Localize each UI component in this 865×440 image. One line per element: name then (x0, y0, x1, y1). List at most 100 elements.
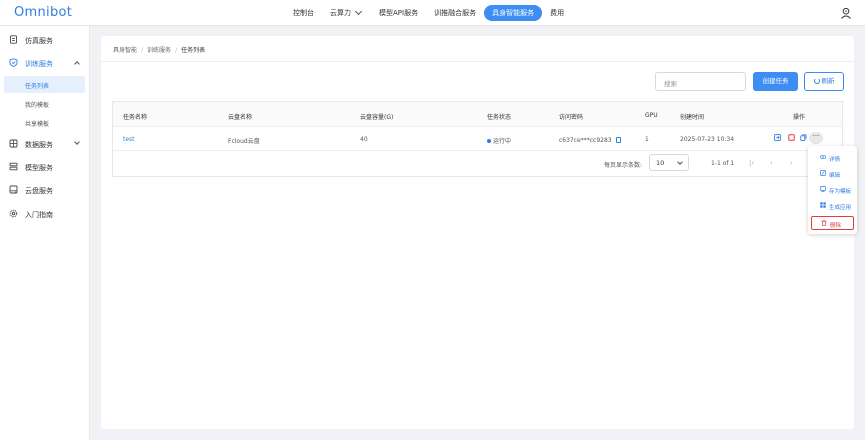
template-icon (820, 186, 826, 192)
next-page-icon[interactable]: › (790, 159, 793, 167)
prev-page-icon[interactable]: ‹ (770, 159, 773, 167)
gpu-cell: 1 (645, 136, 649, 143)
sidebar-sub-label: 任务列表 (25, 83, 50, 90)
sidebar-sub-my-templates[interactable]: 我的模板 (4, 95, 85, 112)
nav-label: 训推融合服务 (434, 9, 477, 17)
nav-model-api[interactable]: 模型API服务 (371, 5, 426, 21)
column-header: 操作 (793, 114, 806, 121)
nav-console[interactable]: 控制台 (285, 5, 322, 21)
column-header: 访问密码 (559, 114, 584, 121)
grid-icon (820, 202, 826, 208)
refresh-label: 刷新 (821, 77, 835, 85)
open-icon[interactable] (774, 134, 781, 141)
nav-label: 控制台 (293, 9, 314, 17)
sidebar-item-cloud-disk[interactable]: 云盘服务 (0, 182, 90, 198)
menu-item-generate-app[interactable]: 生成应用 (811, 199, 854, 213)
sidebar-sub-label: 共享模板 (25, 121, 50, 128)
sidebar-item-guide[interactable]: 入门指南 (0, 206, 90, 222)
disk-name-cell: Fcloud云盘 (228, 138, 260, 145)
breadcrumb-current: 任务列表 (181, 47, 206, 54)
app-logo[interactable]: Omnibot (14, 5, 72, 20)
chevron-down-icon (354, 7, 363, 16)
nav-cloud-compute[interactable]: 云算力 (322, 5, 371, 21)
sidebar-sub-task-list[interactable]: 任务列表 (4, 76, 85, 93)
nav-label: 具身智能服务 (492, 9, 535, 17)
sidebar-item-label: 云盘服务 (25, 187, 53, 195)
nav-embodied-ai[interactable]: 具身智能服务 (484, 5, 543, 21)
sidebar-item-model[interactable]: 模型服务 (0, 159, 90, 175)
copy-icon[interactable] (615, 137, 621, 143)
password-cell: c637ce***cc9283 (559, 136, 621, 144)
chevron-down-icon (74, 139, 80, 145)
nav-label: 费用 (550, 9, 565, 17)
menu-item-save-template[interactable]: 存为模板 (811, 183, 854, 197)
sidebar-item-label: 模型服务 (25, 164, 53, 172)
status-label: 运行中 (493, 138, 512, 145)
menu-item-label: 删除 (830, 223, 842, 229)
sidebar-item-training[interactable]: 训练服务 (0, 55, 90, 71)
menu-item-label: 详情 (829, 157, 841, 163)
main-content-card: 具身智能 / 训练服务 / 任务列表 搜索 创建任务 刷新 任务名称 云盘名称 云盘容量… (101, 36, 854, 429)
eye-icon (820, 154, 826, 160)
create-task-button[interactable]: 创建任务 (753, 72, 798, 91)
data-icon (9, 139, 18, 148)
menu-item-details[interactable]: 详情 (811, 151, 854, 165)
sidebar-item-label: 训练服务 (25, 60, 53, 68)
sidebar-sub-label: 我的模板 (25, 102, 50, 109)
user-avatar-icon[interactable] (840, 7, 852, 19)
task-name-link[interactable]: test (123, 136, 135, 143)
shield-icon (9, 58, 18, 67)
pagination: 每页显示条数: 10 1-1 of 1 |‹ ‹ › (113, 151, 842, 177)
top-nav: 控制台 云算力 模型API服务 训推融合服务 具身智能服务 费用 (285, 5, 572, 21)
table-header: 任务名称 云盘名称 云盘容量(G) 任务状态 访问密码 GPU 创建时间 操作 (113, 102, 842, 127)
stop-icon[interactable] (788, 134, 795, 141)
column-header: 创建时间 (680, 114, 705, 121)
sidebar-item-label: 数据服务 (25, 141, 53, 149)
column-header: 任务状态 (487, 114, 512, 121)
search-input[interactable]: 搜索 (655, 72, 746, 91)
layers-icon (9, 162, 18, 171)
first-page-icon[interactable]: |‹ (749, 159, 754, 167)
sidebar-sub-shared-templates[interactable]: 共享模板 (4, 114, 85, 131)
password-value: c637ce***cc9283 (559, 137, 612, 144)
more-actions-button[interactable]: ··· (809, 132, 823, 144)
breadcrumb-item[interactable]: 具身智能 (113, 47, 137, 54)
nav-label: 模型API服务 (379, 9, 419, 17)
sidebar-item-simulation[interactable]: 仿真服务 (0, 32, 90, 48)
top-header: Omnibot 控制台 云算力 模型API服务 训推融合服务 具身智能服务 费用 (0, 0, 865, 26)
edit-icon (820, 170, 826, 176)
column-header: 云盘名称 (228, 114, 253, 121)
breadcrumb: 具身智能 / 训练服务 / 任务列表 (113, 45, 205, 54)
sidebar: 仿真服务 训练服务 任务列表 我的模板 共享模板 数据服务 模型服务 云盘服务 … (0, 26, 90, 440)
task-table: 任务名称 云盘名称 云盘容量(G) 任务状态 访问密码 GPU 创建时间 操作 … (112, 101, 843, 177)
copy-icon[interactable] (800, 134, 807, 141)
nav-train-infer[interactable]: 训推融合服务 (426, 5, 484, 21)
menu-item-label: 编辑 (829, 173, 841, 179)
sidebar-item-label: 仿真服务 (25, 37, 53, 45)
column-header: GPU (645, 112, 658, 119)
page-size-select[interactable]: 10 (649, 154, 689, 171)
page-range: 1-1 of 1 (711, 160, 735, 167)
sidebar-item-label: 入门指南 (25, 211, 53, 219)
table-row: test Fcloud云盘 40 运行中 c637ce***cc9283 1 2… (113, 127, 842, 151)
chevron-down-icon (677, 159, 683, 165)
column-header: 任务名称 (123, 114, 148, 121)
menu-item-delete[interactable]: 删除 (811, 216, 854, 230)
column-header: 云盘容量(G) (360, 114, 394, 121)
breadcrumb-separator: / (141, 47, 144, 54)
chevron-up-icon (74, 61, 80, 67)
refresh-button[interactable]: 刷新 (804, 72, 844, 91)
menu-item-label: 生成应用 (829, 205, 852, 211)
status-badge: 运行中 (487, 136, 511, 145)
page-size-value: 10 (656, 159, 665, 167)
nav-label: 云算力 (330, 9, 351, 17)
breadcrumb-item[interactable]: 训练服务 (147, 47, 171, 54)
menu-item-label: 存为模板 (829, 189, 852, 195)
menu-item-edit[interactable]: 编辑 (811, 167, 854, 181)
sidebar-item-data[interactable]: 数据服务 (0, 136, 90, 152)
breadcrumb-separator: / (175, 47, 178, 54)
status-dot-icon (487, 138, 491, 143)
divider (101, 61, 854, 62)
more-actions-menu: 详情 编辑 存为模板 生成应用 删除 (808, 146, 857, 234)
nav-billing[interactable]: 费用 (542, 5, 572, 21)
